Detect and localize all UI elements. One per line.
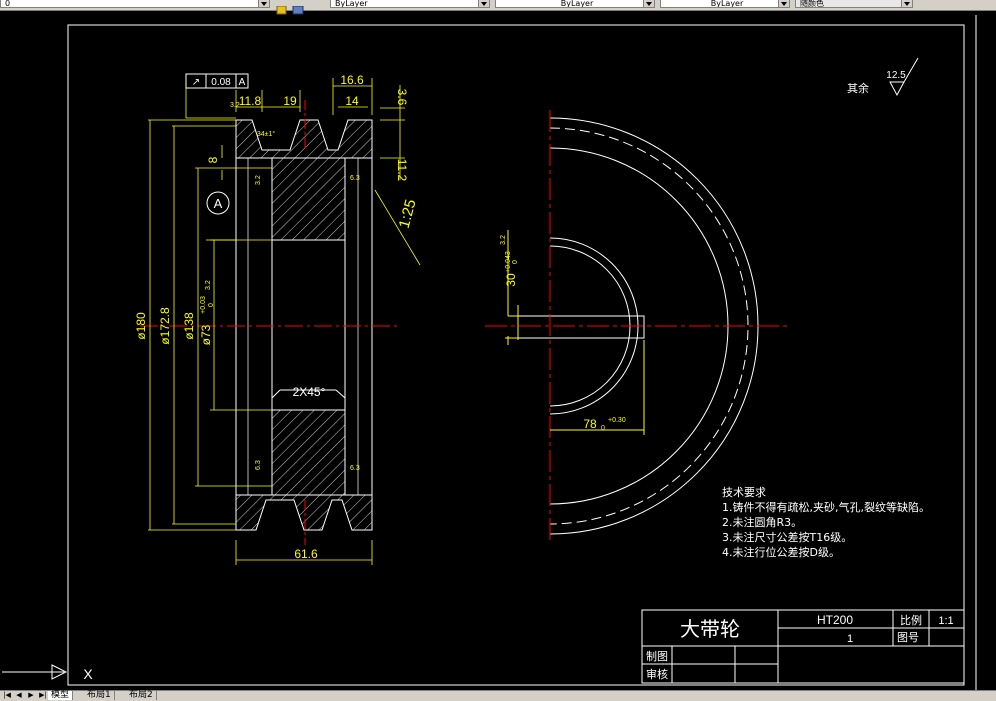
rough-mark-3: 6.3 (350, 175, 360, 182)
layer-tools-icon[interactable] (275, 0, 315, 15)
section-view (140, 100, 400, 545)
notes-line-2: 2.未注圆角R3。 (722, 515, 802, 529)
next-tab-icon[interactable]: ▶ (26, 692, 36, 699)
chevron-down-icon[interactable] (258, 0, 269, 7)
dim-dia-172-8: ø172.8 (158, 307, 172, 345)
roughness-note-label: 其余 (847, 81, 869, 95)
quantity: 1 (847, 633, 853, 645)
dim-dia-73-tol2: 0 (208, 303, 215, 307)
roughness-note: 其余 12.5 (847, 57, 919, 97)
notes-line-3: 3.未注尺寸公差按T16级。 (722, 530, 852, 544)
part-name: 大带轮 (680, 617, 740, 641)
layer-value: 0 (5, 0, 11, 8)
lineweight-value: ByLayer (710, 0, 744, 8)
dim-taper: 1:25 (396, 198, 420, 231)
tolerance-value: 0.08 (211, 77, 231, 88)
drawing-no-label: 图号 (897, 631, 919, 644)
chevron-down-icon[interactable] (478, 0, 489, 7)
dim-16-6: 16.6 (340, 73, 364, 87)
tab-layout2[interactable]: 布局2 (126, 691, 157, 700)
dim-dia-138: ø138 (182, 312, 196, 340)
datum-marker: A (206, 191, 230, 215)
layer-combo[interactable]: 0 (0, 0, 270, 8)
dim-keyway-78: 78 (583, 417, 597, 431)
scale-label: 比例 (900, 613, 922, 627)
drawing-canvas[interactable]: ↗ 0.08 A A 11.8 19 16.6 14 3.6 8 11.2 1:… (0, 10, 996, 690)
tolerance-datum: A (239, 77, 246, 88)
technical-notes: 技术要求 1.铸件不得有疏松,夹砂,气孔,裂纹等缺陷。 2.未注圆角R3。 3.… (722, 486, 930, 559)
tab-model[interactable]: 模型 (48, 691, 74, 700)
chevron-down-icon[interactable] (778, 0, 789, 7)
dim-14: 14 (345, 94, 359, 108)
layout-tabs: |◀ ◀ ▶ ▶| 模型 布局1 布局2 (0, 690, 996, 701)
end-view-dims: 30 +0.043 0 3.2 78 +0.30 0 (500, 235, 626, 432)
dim-3-6: 3.6 (395, 89, 409, 106)
rough-mark-1: 3.2 (230, 102, 240, 109)
checked-label: 审核 (646, 667, 668, 681)
lineweight-combo[interactable]: ByLayer (660, 0, 790, 8)
first-tab-icon[interactable]: |◀ (2, 692, 12, 699)
dim-dia-73-tol: +0.03 (200, 296, 207, 314)
dim-61-6: 61.6 (294, 547, 318, 561)
rough-mark-7: 3.2 (500, 235, 507, 245)
plotstyle-value: 随颜色 (800, 0, 824, 8)
end-view (485, 110, 790, 540)
dim-19: 19 (283, 94, 297, 108)
dim-11-8: 11.8 (239, 94, 262, 108)
dim-keyway-30-tol: +0.043 (505, 251, 512, 273)
roughness-value: 12.5 (886, 70, 906, 81)
dim-keyway-78-tol2: 0 (601, 425, 605, 432)
notes-line-4: 4.未注行位公差按D级。 (722, 545, 840, 559)
geometric-tolerance-frame: ↗ 0.08 A (185, 73, 249, 89)
rough-mark-4: 3.2 (205, 280, 212, 290)
color-combo[interactable]: ByLayer (330, 0, 490, 8)
prev-tab-icon[interactable]: ◀ (14, 692, 24, 699)
drawing-frame (67, 24, 965, 686)
material: HT200 (817, 613, 853, 627)
chevron-down-icon[interactable] (901, 0, 912, 7)
dim-keyway-30-tol2: 0 (512, 260, 519, 264)
notes-line-1: 1.铸件不得有疏松,夹砂,气孔,裂纹等缺陷。 (722, 500, 930, 514)
dim-dia-180: ø180 (134, 312, 148, 340)
dim-chamfer: 2X45° (293, 385, 326, 399)
color-value: ByLayer (335, 0, 368, 8)
linetype-value: ByLayer (560, 0, 594, 8)
dim-keyway-78-tol: +0.30 (608, 417, 626, 424)
chevron-down-icon[interactable] (643, 0, 654, 7)
dim-groove-angle: 34±1° (257, 130, 276, 138)
title-block: 大带轮 HT200 比例 1:1 1 图号 制图 审核 (641, 609, 965, 684)
last-tab-icon[interactable]: ▶| (38, 692, 48, 699)
linetype-combo[interactable]: ByLayer (495, 0, 655, 8)
tolerance-symbol: ↗ (192, 77, 200, 88)
notes-title: 技术要求 (722, 486, 766, 499)
dim-11-2: 11.2 (395, 159, 409, 182)
ucs-icon: X (2, 664, 93, 682)
rough-mark-2: 3.2 (255, 175, 262, 185)
dim-keyway-30: 30 (504, 273, 518, 287)
rough-mark-6: 6.3 (350, 465, 360, 472)
dim-dia-73: ø73 (199, 324, 213, 345)
tab-layout1[interactable]: 布局1 (84, 691, 115, 700)
plotstyle-combo[interactable]: 随颜色 (795, 0, 913, 8)
scale-value: 1:1 (938, 615, 953, 627)
datum-label: A (214, 196, 223, 211)
ucs-x-label: X (83, 666, 93, 682)
dim-8: 8 (206, 156, 220, 163)
rough-mark-5: 6.3 (255, 460, 262, 470)
drawn-label: 制图 (646, 650, 668, 663)
